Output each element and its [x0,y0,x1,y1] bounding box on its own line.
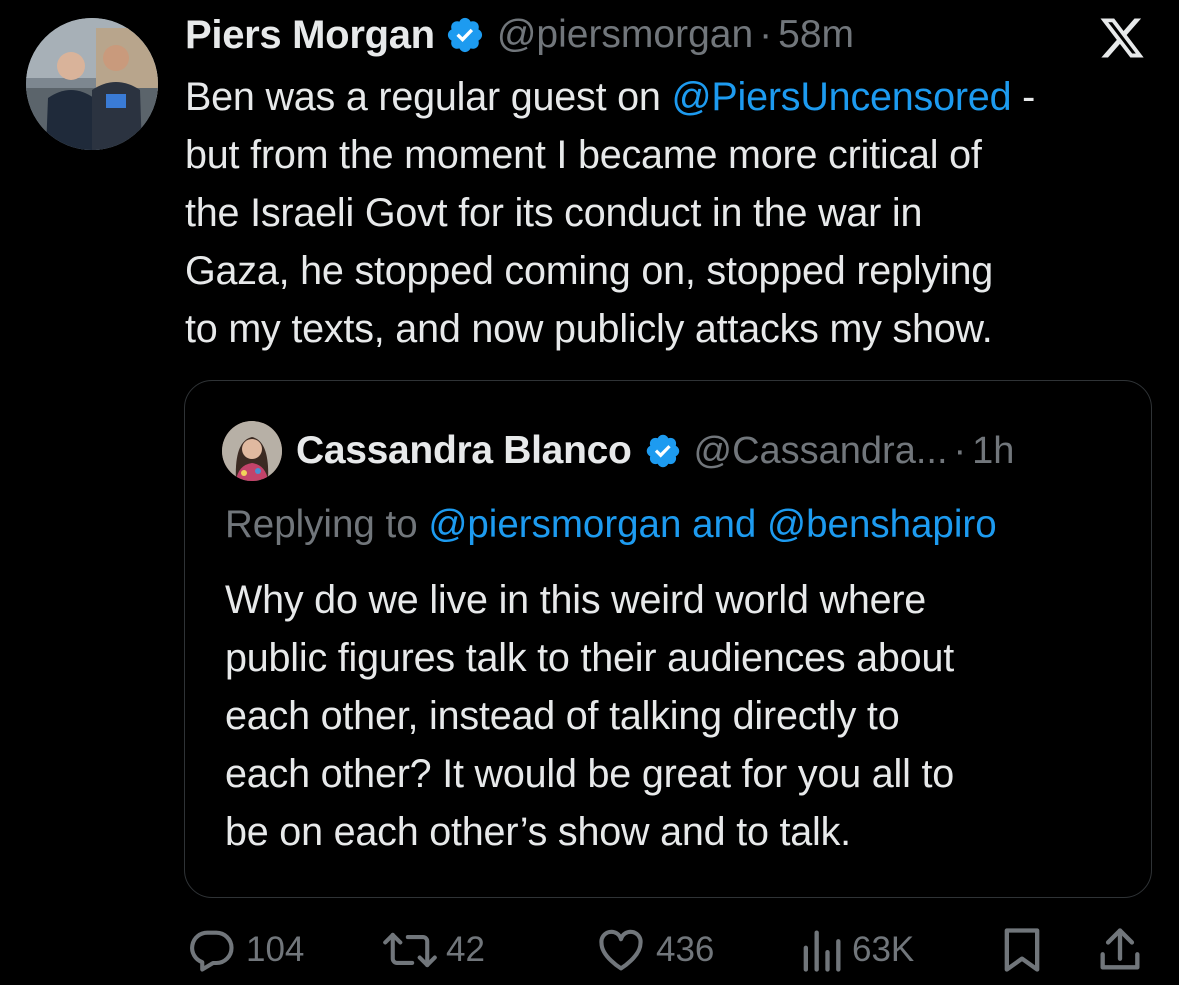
quoted-tweet-header: Cassandra Blanco @Cassandra... · 1h [222,419,1014,483]
quoted-line: be on each other’s show and to talk. [225,810,851,854]
quoted-line: each other, instead of talking directly … [225,694,900,738]
quoted-line: each other? It would be great for you al… [225,752,954,796]
replying-prefix: Replying to [225,503,429,546]
author-name[interactable]: Piers Morgan [185,13,435,58]
tweet-line: Ben was a regular guest on @PiersUncenso… [185,68,1165,126]
quoted-author-name[interactable]: Cassandra Blanco [296,429,632,473]
tweet[interactable]: Piers Morgan @piersmorgan · 58m Ben was … [0,0,1179,985]
quoted-author-handle[interactable]: @Cassandra... [694,430,948,473]
tweet-text-segment: Ben was a regular guest on [185,75,672,119]
tweet-header: Piers Morgan @piersmorgan · 58m [185,10,854,60]
views-button[interactable]: 63K [798,920,914,980]
tweet-line: Gaza, he stopped coming on, stopped repl… [185,249,994,293]
separator-dot: · [953,429,967,472]
repost-button[interactable]: 42 [382,920,485,980]
share-button[interactable] [1096,920,1144,980]
quoted-line: Why do we live in this weird world where [225,578,927,622]
bookmark-icon [998,924,1046,976]
views-count: 63K [852,930,915,969]
quoted-tweet[interactable]: Cassandra Blanco @Cassandra... · 1h Repl… [184,380,1152,898]
bookmark-button[interactable] [998,920,1046,980]
repost-icon [382,924,438,976]
tweet-line: the Israeli Govt for its conduct in the … [185,191,923,235]
like-button[interactable]: 436 [594,920,714,980]
replying-and[interactable]: and [681,503,767,546]
author-avatar[interactable] [26,18,158,150]
tweet-line: to my texts, and now publicly attacks my… [185,307,993,351]
separator-dot: · [759,13,773,56]
mention-link[interactable]: @benshapiro [767,503,997,546]
author-handle[interactable]: @piersmorgan [497,13,753,57]
reply-count: 104 [246,930,305,969]
quoted-author-avatar[interactable] [222,421,282,481]
like-icon [594,924,648,976]
mention-link[interactable]: @PiersUncensored [671,75,1011,119]
tweet-timestamp[interactable]: 58m [778,13,854,57]
x-logo-icon[interactable] [1097,14,1147,62]
quoted-tweet-text: Why do we live in this weird world where… [225,571,1125,861]
verified-badge-icon [644,432,682,470]
views-icon [798,924,844,976]
reply-icon [186,924,238,976]
mention-link[interactable]: @piersmorgan [428,503,681,546]
tweet-line: but from the moment I became more critic… [185,133,982,177]
tweet-text: Ben was a regular guest on @PiersUncenso… [185,68,1165,358]
quoted-tweet-timestamp[interactable]: 1h [972,430,1014,473]
replying-to: Replying to @piersmorgan and @benshapiro [225,497,997,553]
like-count: 436 [656,930,715,969]
share-icon [1096,924,1144,976]
reply-button[interactable]: 104 [186,920,304,980]
tweet-text-segment: - [1011,75,1036,119]
quoted-line: public figures talk to their audiences a… [225,636,954,680]
action-bar: 104 42 436 63K [186,920,1146,980]
repost-count: 42 [446,930,485,969]
verified-badge-icon [445,15,485,55]
